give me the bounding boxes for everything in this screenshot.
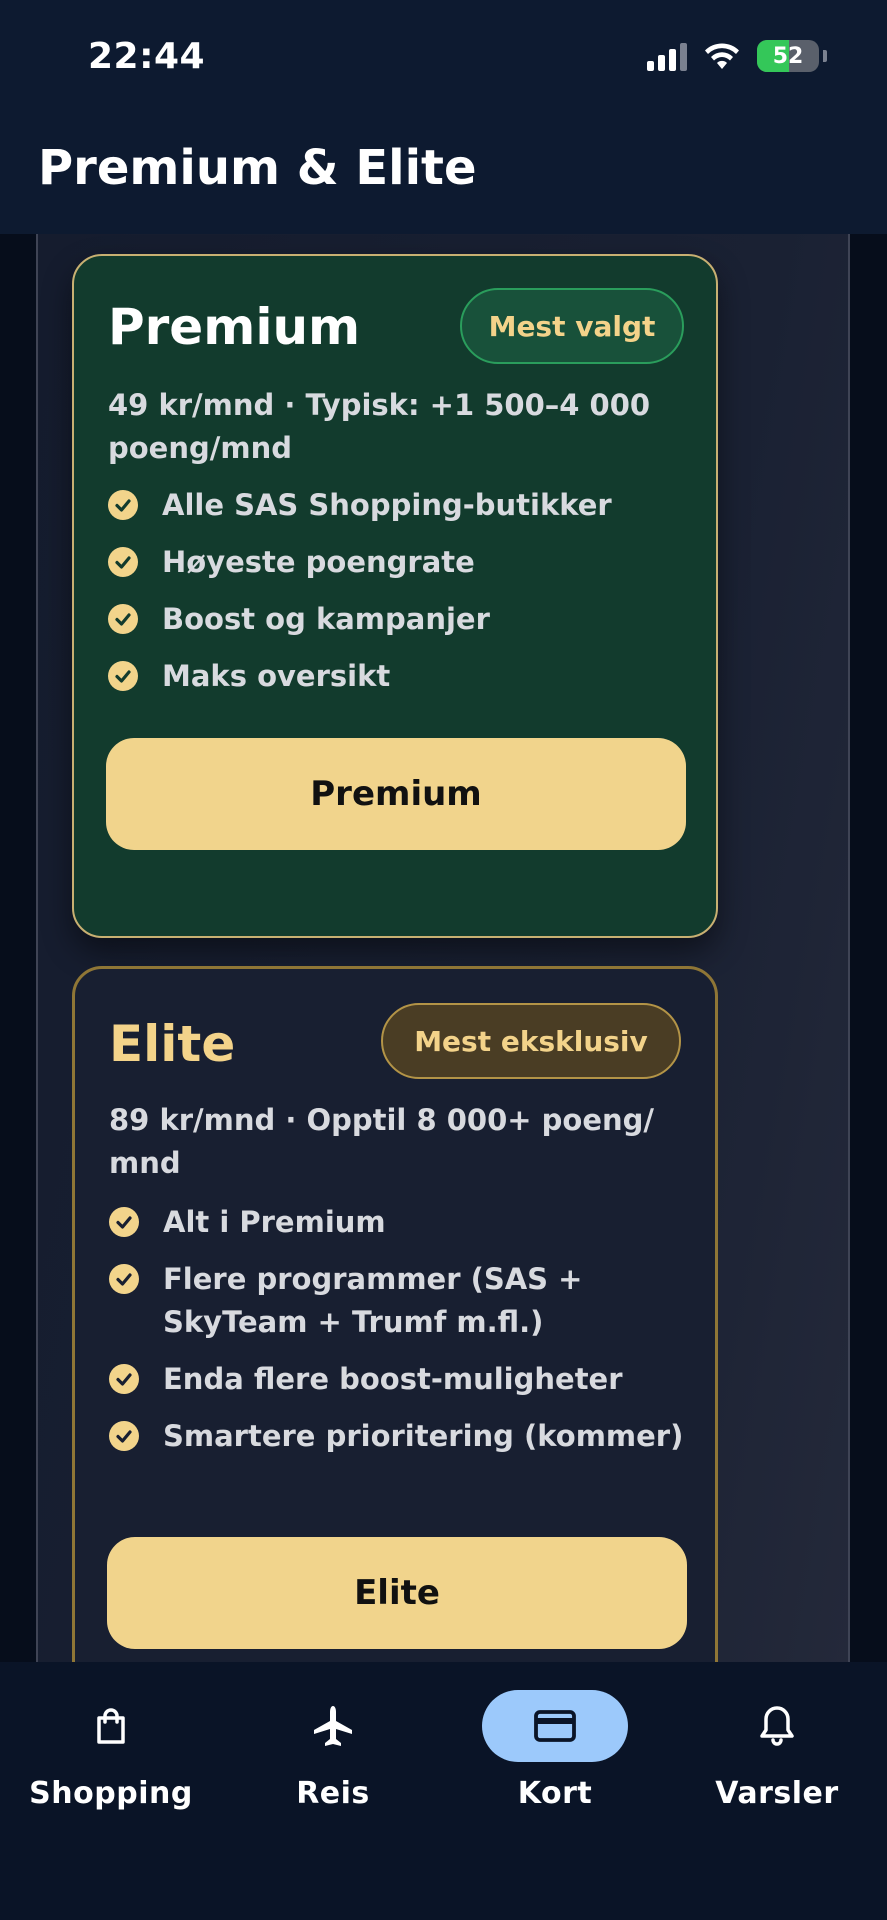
shopping-bag-icon bbox=[97, 1708, 125, 1744]
bell-icon bbox=[760, 1706, 794, 1746]
active-tab-indicator bbox=[482, 1690, 628, 1762]
plan-name: Elite bbox=[109, 1015, 236, 1073]
tab-card[interactable]: Kort bbox=[455, 1690, 655, 1820]
feature-text: Høyeste poengrate bbox=[162, 545, 475, 579]
feature-item: Alt i Premium bbox=[109, 1201, 689, 1244]
feature-item: Boost og kampanjer bbox=[108, 598, 688, 641]
status-bar: 22:44 52 bbox=[0, 0, 887, 110]
tab-label: Reis bbox=[296, 1776, 370, 1811]
tab-notifications[interactable]: Varsler bbox=[677, 1690, 877, 1820]
plan-price: 89 kr/mnd · Opptil 8 000+ poeng/ mnd bbox=[109, 1103, 655, 1180]
check-circle-icon bbox=[109, 1421, 139, 1451]
check-circle-icon bbox=[108, 547, 138, 577]
most-exclusive-badge: Mest eksklusiv bbox=[381, 1003, 681, 1079]
feature-list: Alt i Premium Flere programmer (SAS + Sk… bbox=[109, 1201, 689, 1472]
tab-label: Varsler bbox=[715, 1776, 839, 1811]
feature-text: Maks oversikt bbox=[162, 659, 391, 693]
tab-shopping[interactable]: Shopping bbox=[11, 1690, 211, 1820]
card-icon bbox=[534, 1710, 576, 1742]
tab-label: Shopping bbox=[29, 1776, 193, 1811]
choose-premium-button[interactable]: Premium bbox=[106, 738, 686, 850]
check-circle-icon bbox=[108, 604, 138, 634]
check-circle-icon bbox=[108, 661, 138, 691]
check-circle-icon bbox=[108, 490, 138, 520]
battery-percent: 52 bbox=[772, 43, 804, 69]
battery-icon: 52 bbox=[757, 40, 819, 72]
premium-plan-card: Premium Mest valgt 49 kr/mnd · Typisk: +… bbox=[72, 254, 718, 938]
check-circle-icon bbox=[109, 1264, 139, 1294]
page-title: Premium & Elite bbox=[38, 140, 477, 196]
bottom-tab-bar: Shopping Reis Kort Varsler bbox=[0, 1662, 887, 1920]
status-time: 22:44 bbox=[88, 36, 206, 77]
feature-item: Alle SAS Shopping-butikker bbox=[108, 484, 688, 527]
feature-item: Høyeste poengrate bbox=[108, 541, 688, 584]
plan-price: 49 kr/mnd · Typisk: +1 500–4 000 poeng/m… bbox=[108, 388, 651, 465]
plan-name: Premium bbox=[108, 298, 361, 356]
feature-item: Smartere prioritering (kommer) bbox=[109, 1415, 689, 1458]
feature-item: Enda flere boost-muligheter bbox=[109, 1358, 689, 1401]
check-circle-icon bbox=[109, 1364, 139, 1394]
plans-scroll-area[interactable]: Premium Mest valgt 49 kr/mnd · Typisk: +… bbox=[0, 234, 887, 1662]
tab-travel[interactable]: Reis bbox=[233, 1690, 433, 1820]
status-icons: 52 bbox=[647, 40, 827, 72]
feature-item: Flere programmer (SAS + SkyTeam + Trumf … bbox=[109, 1258, 689, 1344]
feature-text: Alt i Premium bbox=[163, 1205, 386, 1239]
feature-item: Maks oversikt bbox=[108, 655, 688, 698]
most-chosen-badge: Mest valgt bbox=[460, 288, 684, 364]
feature-text: Smartere prioritering (kommer) bbox=[163, 1419, 684, 1453]
nav-header: Premium & Elite bbox=[0, 110, 887, 234]
cellular-signal-icon bbox=[647, 41, 687, 71]
wifi-icon bbox=[705, 43, 739, 69]
elite-plan-card: Elite Mest eksklusiv 89 kr/mnd · Opptil … bbox=[72, 966, 718, 1662]
feature-text: Boost og kampanjer bbox=[162, 602, 490, 636]
battery-cap bbox=[823, 50, 827, 62]
choose-elite-button[interactable]: Elite bbox=[107, 1537, 687, 1649]
airplane-icon bbox=[314, 1706, 352, 1746]
feature-list: Alle SAS Shopping-butikker Høyeste poeng… bbox=[108, 484, 688, 712]
feature-text: Enda flere boost-muligheter bbox=[163, 1362, 623, 1396]
check-circle-icon bbox=[109, 1207, 139, 1237]
feature-text: Flere programmer (SAS + SkyTeam + Trumf … bbox=[163, 1262, 583, 1339]
feature-text: Alle SAS Shopping-butikker bbox=[162, 488, 612, 522]
tab-label: Kort bbox=[517, 1776, 593, 1811]
